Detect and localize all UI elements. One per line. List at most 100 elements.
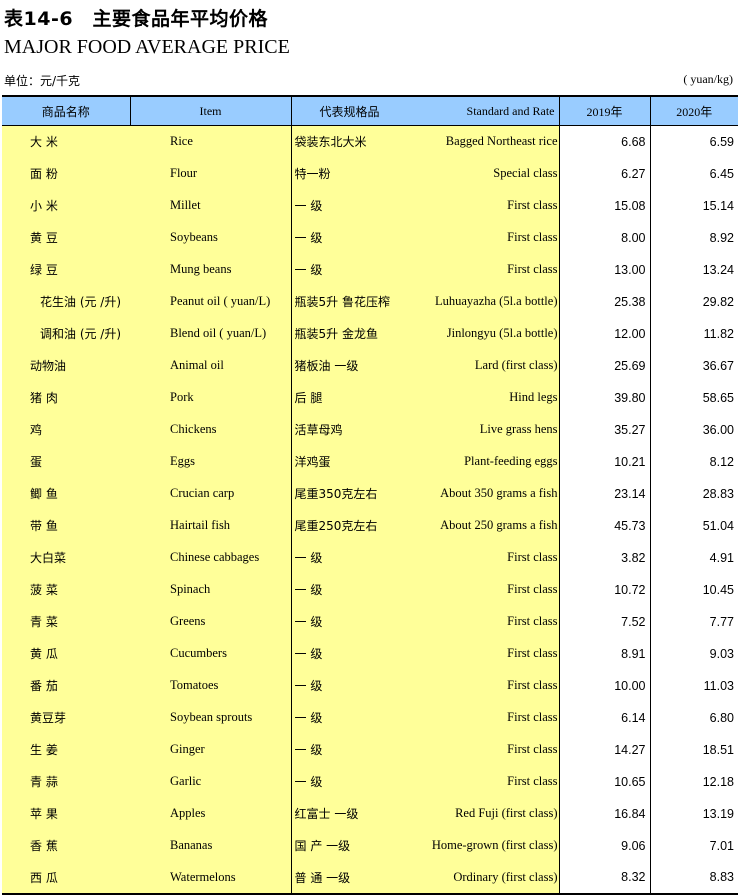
cell-price-2019: 6.14 xyxy=(558,701,650,734)
cell-price-2019: 9.06 xyxy=(558,829,650,862)
cell-price-2019: 6.27 xyxy=(558,157,650,190)
cell-price-2020: 7.77 xyxy=(649,605,738,638)
cell-standard-cn: 瓶装5升 鲁花压榨 xyxy=(294,295,390,309)
cell-standard: 后 腿 Hind legs xyxy=(290,381,559,414)
cell-name-cn: 西 瓜 xyxy=(2,861,130,894)
cell-item-en: Hairtail fish xyxy=(130,509,291,542)
table-row: 苹 果 Apples 红富士 一级 Red Fuji (first class) 16.… xyxy=(2,797,738,830)
table-row: 小 米 Millet 一 级 First class 15.08 15.14 xyxy=(2,189,738,222)
cell-standard-en: First class xyxy=(507,230,558,244)
cell-standard-en: First class xyxy=(507,742,558,756)
header-standard-cn: 代表规格品 xyxy=(319,104,380,119)
cell-standard: 袋装东北大米 Bagged Northeast rice xyxy=(290,125,559,158)
cell-standard: 一 级 First class xyxy=(290,221,559,254)
cell-standard-en: Luhuayazha (5l.a bottle) xyxy=(434,294,558,308)
cell-price-2020: 11.03 xyxy=(649,669,738,702)
cell-price-2020: 36.67 xyxy=(649,349,738,382)
table-row: 黄 豆 Soybeans 一 级 First class 8.00 8.92 xyxy=(2,221,738,254)
cell-item-en: Apples xyxy=(130,797,291,830)
cell-name-cn: 带 鱼 xyxy=(2,509,130,542)
cell-item-en: Peanut oil ( yuan/L) xyxy=(130,285,291,318)
cell-standard-cn: 一 级 xyxy=(294,647,323,661)
cell-price-2020: 6.59 xyxy=(649,125,738,158)
cell-price-2019: 8.00 xyxy=(558,221,650,254)
cell-standard-en: First class xyxy=(507,582,558,596)
cell-name-cn: 绿 豆 xyxy=(2,253,130,286)
cell-standard: 一 级 First class xyxy=(290,605,559,638)
cell-name-cn: 香 蕉 xyxy=(2,829,130,862)
cell-standard-cn: 一 级 xyxy=(294,743,323,757)
cell-price-2020: 28.83 xyxy=(649,477,738,510)
cell-standard: 一 级 First class xyxy=(290,541,559,574)
header-standard: 代表规格品 Standard and Rate xyxy=(290,96,559,126)
cell-standard-cn: 一 级 xyxy=(294,263,323,277)
cell-standard-cn: 一 级 xyxy=(294,679,323,693)
cell-name-cn: 鸡 xyxy=(2,413,130,446)
table-row: 猪 肉 Pork 后 腿 Hind legs 39.80 58.65 xyxy=(2,381,738,414)
cell-standard-cn: 一 级 xyxy=(294,231,323,245)
cell-price-2019: 7.52 xyxy=(558,605,650,638)
cell-standard: 一 级 First class xyxy=(290,765,559,798)
cell-standard-en: Hind legs xyxy=(509,390,558,404)
cell-price-2020: 8.83 xyxy=(649,861,738,894)
cell-item-en: Blend oil ( yuan/L) xyxy=(130,317,291,350)
cell-name-cn: 青 菜 xyxy=(2,605,130,638)
cell-price-2019: 13.00 xyxy=(558,253,650,286)
unit-label-cn: 单位：元/千克 xyxy=(4,74,81,88)
cell-standard-en: First class xyxy=(507,678,558,692)
price-table: 商品名称 Item 代表规格品 Standard and Rate 2019年 … xyxy=(2,95,738,895)
cell-price-2019: 6.68 xyxy=(558,125,650,158)
cell-price-2019: 10.72 xyxy=(558,573,650,606)
cell-name-cn: 大 米 xyxy=(2,125,130,158)
cell-standard-cn: 一 级 xyxy=(294,583,323,597)
unit-label-en: ( yuan/kg) xyxy=(683,72,733,86)
cell-price-2020: 58.65 xyxy=(649,381,738,414)
cell-item-en: Garlic xyxy=(130,765,291,798)
cell-standard: 尾重350克左右 About 350 grams a fish xyxy=(290,477,559,510)
cell-name-cn: 菠 菜 xyxy=(2,573,130,606)
cell-price-2020: 6.45 xyxy=(649,157,738,190)
cell-name-cn: 蛋 xyxy=(2,445,130,478)
cell-standard: 猪板油 一级 Lard (first class) xyxy=(290,349,559,382)
cell-name-cn: 生 姜 xyxy=(2,733,130,766)
cell-standard-en: First class xyxy=(507,774,558,788)
cell-item-en: Bananas xyxy=(130,829,291,862)
header-item-en: Item xyxy=(129,96,291,126)
cell-name-cn: 花生油 (元 /升) xyxy=(2,285,130,318)
cell-standard-cn: 一 级 xyxy=(294,551,323,565)
cell-standard-en: Red Fuji (first class) xyxy=(455,806,558,820)
table-row: 动物油 Animal oil 猪板油 一级 Lard (first class) 25.… xyxy=(2,349,738,382)
table-row: 面 粉 Flour 特一粉 Special class 6.27 6.45 xyxy=(2,157,738,190)
cell-name-cn: 大白菜 xyxy=(2,541,130,574)
cell-standard-cn: 红富士 一级 xyxy=(294,807,359,821)
cell-price-2020: 8.92 xyxy=(649,221,738,254)
cell-item-en: Rice xyxy=(130,125,291,158)
cell-price-2019: 8.91 xyxy=(558,637,650,670)
cell-standard-en: First class xyxy=(507,262,558,276)
cell-standard: 国 产 一级 Home-grown (first class) xyxy=(290,829,559,862)
cell-price-2019: 14.27 xyxy=(558,733,650,766)
cell-standard-en: Home-grown (first class) xyxy=(431,838,558,852)
cell-name-cn: 番 茄 xyxy=(2,669,130,702)
cell-standard-cn: 瓶装5升 金龙鱼 xyxy=(294,327,378,341)
cell-standard: 瓶装5升 金龙鱼 Jinlongyu (5l.a bottle) xyxy=(290,317,559,350)
cell-item-en: Flour xyxy=(130,157,291,190)
table-title-cn: 表14-6 主要食品年平均价格 xyxy=(4,8,269,30)
cell-item-en: Crucian carp xyxy=(130,477,291,510)
cell-standard-en: Special class xyxy=(493,166,558,180)
table-body: 大 米 Rice 袋装东北大米 Bagged Northeast rice 6.68 6.… xyxy=(2,125,738,894)
table-row: 菠 菜 Spinach 一 级 First class 10.72 10.45 xyxy=(2,573,738,606)
table-row: 鸡 Chickens 活草母鸡 Live grass hens 35.27 36.00 xyxy=(2,413,738,446)
cell-name-cn: 面 粉 xyxy=(2,157,130,190)
cell-price-2019: 10.00 xyxy=(558,669,650,702)
table-row: 黄豆芽 Soybean sprouts 一 级 First class 6.14 6.80 xyxy=(2,701,738,734)
cell-standard: 一 级 First class xyxy=(290,669,559,702)
cell-price-2020: 13.24 xyxy=(649,253,738,286)
cell-price-2020: 8.12 xyxy=(649,445,738,478)
cell-standard-en: First class xyxy=(507,646,558,660)
table-header: 商品名称 Item 代表规格品 Standard and Rate 2019年 … xyxy=(2,96,738,126)
cell-item-en: Animal oil xyxy=(130,349,291,382)
cell-name-cn: 黄豆芽 xyxy=(2,701,130,734)
table-row: 绿 豆 Mung beans 一 级 First class 13.00 13.24 xyxy=(2,253,738,286)
cell-standard: 一 级 First class xyxy=(290,253,559,286)
